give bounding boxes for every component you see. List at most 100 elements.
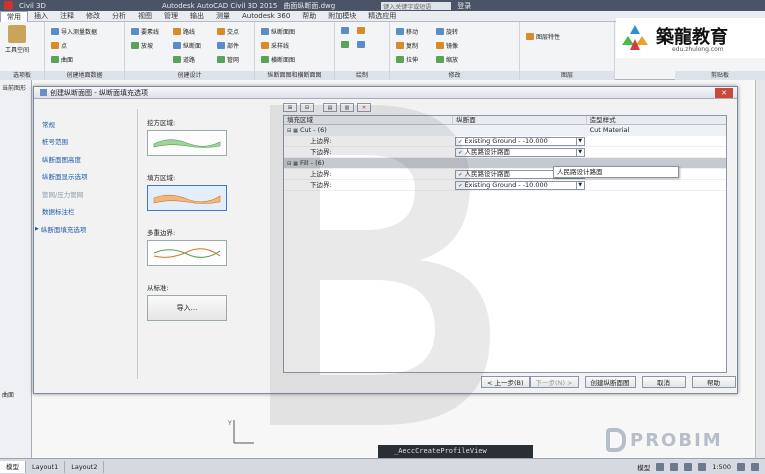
grid-boundary-row[interactable]: 下边界: 人民路设计路面▼ [284,147,726,158]
wizard-step-link[interactable]: 纵断面图高度 [42,150,132,168]
search-input[interactable]: 键入关键字或短语 [381,1,452,11]
circle-tool[interactable] [357,27,365,34]
polar-icon[interactable] [698,462,707,471]
wizard-step-link[interactable]: 数据标注栏 [42,203,132,221]
fullscreen-icon[interactable] [751,462,759,471]
line-tool[interactable] [341,27,349,34]
chevron-down-icon[interactable]: ▼ [575,148,584,156]
paste-row-icon[interactable]: ▥ [340,103,354,112]
stretch-button[interactable]: 拉伸 [396,55,418,64]
feature-line-button[interactable]: 要素线 [131,27,159,36]
column-profile[interactable]: 纵断面 [453,116,587,124]
import-button[interactable]: 导入... [147,295,227,321]
grid-boundary-row[interactable]: 下边界: Existing Ground - -10.000▼ [284,180,726,191]
scale-button[interactable]: 缩放 [436,55,458,64]
collapse-icon[interactable]: ⊟ [287,161,291,167]
arc-tool[interactable] [341,41,349,48]
grid-group-row[interactable]: ⊟ ▦ Cut - (6) Cut Material [284,125,726,136]
annotation-scale[interactable]: 1:500 [712,463,731,471]
file-name: 曲面纵断面.dwg [283,1,336,10]
ortho-icon[interactable] [684,462,693,471]
profile-dropdown-option[interactable]: 人民路设计路面 [553,166,679,178]
move-button[interactable]: 移动 [396,27,418,36]
ribbon-tab[interactable]: 帮助 [296,11,322,22]
layout-tab[interactable]: Layout2 [65,460,105,473]
grid-icon[interactable] [656,462,665,471]
profile-view-button[interactable]: 纵断面图 [261,27,295,36]
grid-boundary-row[interactable]: 上边界: Existing Ground - -10.000▼ [284,136,726,147]
import-survey-button[interactable]: 导入测量数据 [51,27,97,36]
corridor-button[interactable]: 道路 [173,55,195,64]
cancel-button[interactable]: 取消 [641,376,686,388]
pipe-network-button[interactable]: 管网 [217,55,239,64]
add-child-icon[interactable]: ⊟ [300,103,314,112]
fill-area-button[interactable] [147,185,227,211]
rotate-button[interactable]: 旋转 [436,27,458,36]
layout-tab[interactable]: Layout1 [26,460,66,473]
collapse-icon[interactable]: ⊟ [287,128,291,134]
mirror-button[interactable]: 镜像 [436,41,458,50]
ribbon-tab[interactable]: 管理 [158,11,184,22]
move-icon [396,28,404,35]
copy-button[interactable]: 复制 [396,41,418,50]
column-fill-area[interactable]: 填充区域 [284,116,454,124]
ribbon-tab[interactable]: 精选应用 [362,11,402,22]
ribbon-group-views: 纵断面图 采样线 横断面图 纵断面图和横断面图 [255,22,335,80]
delete-row-icon[interactable]: ✕ [357,103,371,112]
intersection-button[interactable]: 交点 [217,27,239,36]
help-button[interactable]: 帮助 [691,376,736,388]
profile-combo[interactable]: Existing Ground - -10.000▼ [455,180,585,190]
navigation-bar[interactable] [755,80,765,458]
assembly-button[interactable]: 部件 [217,41,239,50]
layout-tab[interactable]: 模型 [0,460,26,473]
settings-icon[interactable] [737,462,745,471]
section-view-button[interactable]: 横断面图 [261,55,295,64]
ribbon-tab[interactable]: Autodesk 360 [236,11,296,22]
create-profile-view-button[interactable]: 创建纵断面图 [584,376,636,388]
ribbon-tab[interactable]: 修改 [80,11,106,22]
ribbon-tab[interactable]: 插入 [28,11,54,22]
wizard-step-link[interactable]: 纵断面显示选项 [42,168,132,186]
command-line[interactable]: _AeccCreateProfileView [378,445,533,458]
ribbon-tab[interactable]: 视图 [132,11,158,22]
app-icon[interactable] [4,1,13,10]
group-name: ⊟ ▦ Fill - (6) [287,158,325,167]
close-button[interactable]: ✕ [715,88,733,98]
sample-lines-button[interactable]: 采样线 [261,41,289,50]
ribbon-tab[interactable]: 分析 [106,11,132,22]
copy-row-icon[interactable]: ▤ [323,103,337,112]
polyline-tool[interactable] [357,41,365,48]
sign-in-link[interactable]: 登录 [457,1,471,11]
profile-combo[interactable]: 人民路设计路面▼ [455,147,585,157]
column-shape-style[interactable]: 造型样式 [587,116,726,124]
add-row-icon[interactable]: ⊞ [283,103,297,112]
model-space-toggle[interactable]: 模型 [637,462,650,472]
tree-item-surface[interactable]: 曲面 [2,390,14,399]
snap-icon[interactable] [670,462,679,471]
multi-boundary-button[interactable] [147,240,227,266]
ribbon-tab[interactable]: 附加模块 [322,11,362,22]
wizard-step-link[interactable]: 桩号范围 [42,133,132,151]
profile-button[interactable]: 纵断面 [173,41,201,50]
profile-combo[interactable]: Existing Ground - -10.000▼ [455,136,585,146]
group-style[interactable]: Cut Material [587,125,726,136]
toolspace-button[interactable]: 工具空间 [3,25,31,59]
next-button[interactable]: 下一步(N) > [529,376,579,388]
grading-button[interactable]: 放坡 [131,41,153,50]
surface-button[interactable]: 曲面 [51,55,73,64]
chevron-down-icon[interactable]: ▼ [575,181,584,189]
wizard-step-link[interactable]: 常规 [42,115,132,133]
cut-area-button[interactable] [147,130,227,156]
points-button[interactable]: 点 [51,41,67,50]
workspace-selector[interactable]: Civil 3D [19,2,46,10]
back-button[interactable]: < 上一步(B) [481,376,530,388]
ribbon-tab[interactable]: 注释 [54,11,80,22]
ribbon-tab[interactable]: 输出 [184,11,210,22]
wizard-step-link[interactable]: 纵断面填充选项 [41,220,132,238]
chevron-down-icon[interactable]: ▼ [575,137,584,145]
style-cell [587,180,726,191]
ribbon-tab[interactable]: 测量 [210,11,236,22]
ribbon-tab[interactable]: 常用 [0,10,28,22]
layer-properties-button[interactable]: 图层特性 [526,32,560,41]
alignment-button[interactable]: 路线 [173,27,195,36]
